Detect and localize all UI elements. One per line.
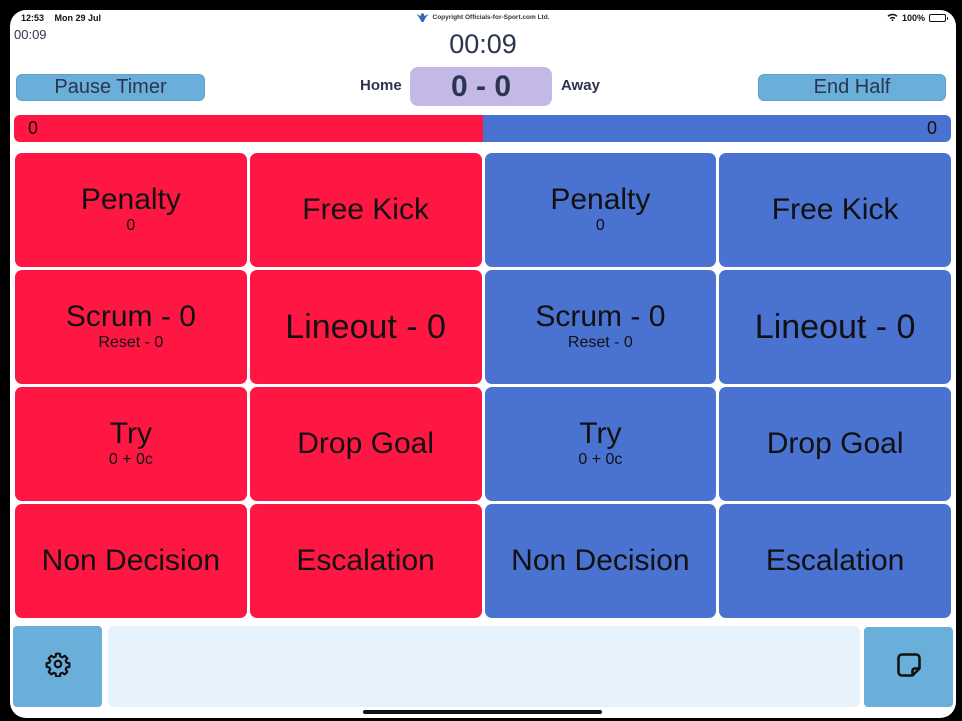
cell-title: Non Decision xyxy=(511,544,690,577)
cell-title: Free Kick xyxy=(771,193,899,226)
possession-bar: 0 0 xyxy=(14,115,951,142)
status-time: 12:53 xyxy=(21,13,45,23)
cell-title: Drop Goal xyxy=(297,427,434,460)
cell-count: 0 xyxy=(126,217,136,234)
status-bar-left: 12:53 Mon 29 Jul xyxy=(21,13,109,23)
battery-percent: 100% xyxy=(901,13,925,23)
cell-count: 0 + 0c xyxy=(108,451,153,468)
home-non-decision-button[interactable]: Non Decision xyxy=(15,504,247,618)
away-drop-goal-button[interactable]: Drop Goal xyxy=(719,387,951,501)
notes-button[interactable] xyxy=(864,627,953,707)
status-bar-right: 100% xyxy=(887,13,948,23)
away-escalation-button[interactable]: Escalation xyxy=(719,504,951,618)
possession-away: 0 xyxy=(482,115,951,142)
bottom-bar xyxy=(13,626,953,708)
home-free-kick-button[interactable]: Free Kick xyxy=(249,153,482,267)
away-penalty-button[interactable]: Penalty 0 xyxy=(484,153,717,267)
home-try-button[interactable]: Try 0 + 0c xyxy=(15,387,247,501)
settings-button[interactable] xyxy=(13,626,102,707)
possession-home: 0 xyxy=(14,115,483,142)
away-free-kick-button[interactable]: Free Kick xyxy=(719,153,951,267)
cell-count: 0 + 0c xyxy=(578,451,623,468)
home-lineout-button[interactable]: Lineout - 0 xyxy=(249,270,482,384)
away-label: Away xyxy=(561,77,600,94)
pause-timer-button[interactable]: Pause Timer xyxy=(16,74,205,101)
cell-title: Penalty xyxy=(80,183,181,216)
cell-title: Scrum - 0 xyxy=(535,300,666,333)
cell-title: Try xyxy=(109,417,152,450)
officials-logo-icon xyxy=(416,13,429,22)
home-escalation-button[interactable]: Escalation xyxy=(249,504,482,618)
gear-icon xyxy=(45,651,71,682)
copyright-notice: Copyright Officials-for-Sport.com Ltd. xyxy=(416,13,550,22)
cell-title: Penalty xyxy=(550,183,651,216)
home-label: Home xyxy=(360,77,402,94)
away-scrum-button[interactable]: Scrum - 0 Reset - 0 xyxy=(484,270,717,384)
away-non-decision-button[interactable]: Non Decision xyxy=(484,504,717,618)
cell-title: Try xyxy=(579,417,622,450)
cell-count: Reset - 0 xyxy=(98,334,164,351)
cell-title: Scrum - 0 xyxy=(65,300,196,333)
home-indicator[interactable] xyxy=(363,710,602,714)
score-display: 0 - 0 xyxy=(410,67,552,106)
away-lineout-button[interactable]: Lineout - 0 xyxy=(719,270,951,384)
cell-count: 0 xyxy=(595,217,605,234)
cell-title: Escalation xyxy=(296,544,435,577)
cell-title: Drop Goal xyxy=(766,427,904,460)
sticky-note-icon xyxy=(895,651,923,684)
copyright-text: Copyright Officials-for-Sport.com Ltd. xyxy=(432,14,550,21)
cell-count: Reset - 0 xyxy=(567,334,633,351)
event-grid: Penalty 0 Free Kick Penalty 0 Free Kick … xyxy=(15,153,951,618)
cell-title: Lineout - 0 xyxy=(754,308,916,346)
match-timer: 00:09 xyxy=(449,29,517,59)
cell-title: Escalation xyxy=(765,544,905,577)
home-drop-goal-button[interactable]: Drop Goal xyxy=(249,387,482,501)
notes-input[interactable] xyxy=(108,626,860,707)
app-screen: 12:53 Mon 29 Jul Copyright Officials-for… xyxy=(10,10,956,718)
away-try-button[interactable]: Try 0 + 0c xyxy=(484,387,717,501)
wifi-icon xyxy=(887,13,898,23)
cell-title: Free Kick xyxy=(302,193,429,226)
end-half-button[interactable]: End Half xyxy=(758,74,946,101)
cell-title: Non Decision xyxy=(41,544,221,577)
battery-icon xyxy=(929,14,948,22)
status-date: Mon 29 Jul xyxy=(54,13,102,23)
home-penalty-button[interactable]: Penalty 0 xyxy=(15,153,247,267)
home-scrum-button[interactable]: Scrum - 0 Reset - 0 xyxy=(15,270,247,384)
cell-title: Lineout - 0 xyxy=(285,308,446,346)
